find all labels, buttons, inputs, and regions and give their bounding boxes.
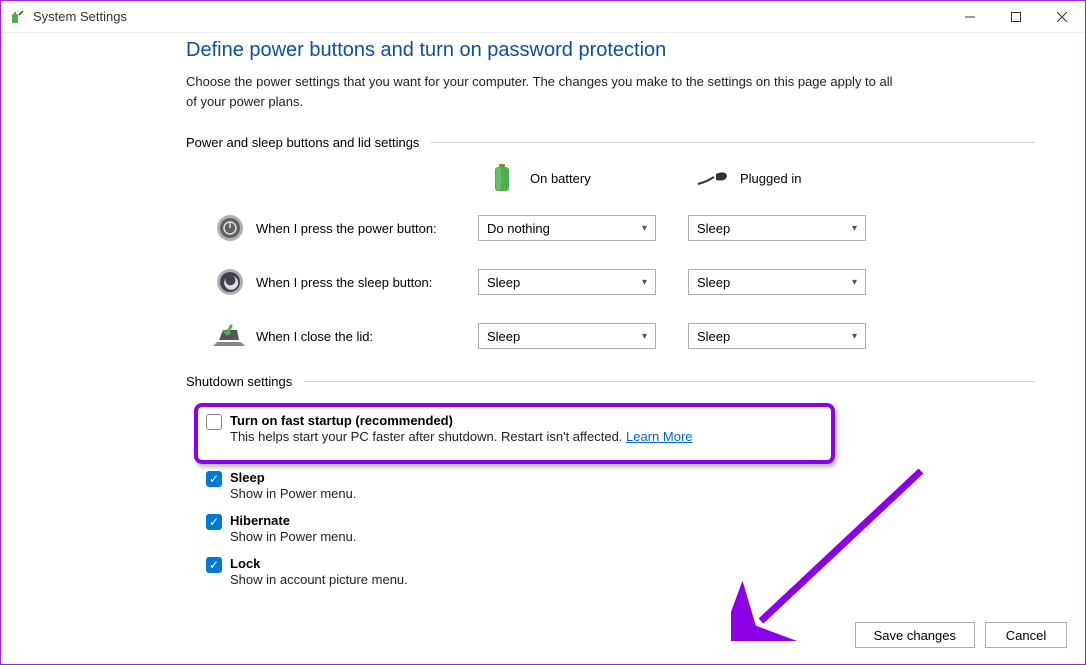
- minimize-button[interactable]: [947, 1, 993, 33]
- select-value: Do nothing: [487, 221, 550, 236]
- page-description: Choose the power settings that you want …: [186, 72, 896, 111]
- battery-icon: [486, 164, 518, 192]
- power-button-battery-select[interactable]: Do nothing ▾: [478, 215, 656, 241]
- power-button-plugged-select[interactable]: Sleep ▾: [688, 215, 866, 241]
- section-label: Shutdown settings: [186, 374, 292, 389]
- chevron-down-icon: ▾: [852, 223, 857, 234]
- on-battery-column-header: On battery: [486, 164, 676, 192]
- window-title: System Settings: [33, 9, 127, 24]
- lid-plugged-select[interactable]: Sleep ▾: [688, 323, 866, 349]
- lock-option-description: Show in account picture menu.: [230, 572, 1035, 587]
- content-area: Define power buttons and turn on passwor…: [1, 33, 1085, 665]
- lid-battery-select[interactable]: Sleep ▾: [478, 323, 656, 349]
- power-button-label: When I press the power button:: [256, 221, 478, 236]
- chevron-down-icon: ▾: [642, 223, 647, 234]
- fast-startup-option[interactable]: Turn on fast startup (recommended) This …: [206, 413, 821, 452]
- sleep-option-description: Show in Power menu.: [230, 486, 1035, 501]
- column-headers-row: On battery Plugged in: [186, 164, 1035, 192]
- checkbox-unchecked[interactable]: [206, 414, 222, 430]
- sleep-button-battery-select[interactable]: Sleep ▾: [478, 269, 656, 295]
- chevron-down-icon: ▾: [852, 331, 857, 342]
- on-battery-label: On battery: [530, 171, 591, 186]
- select-value: Sleep: [487, 329, 520, 344]
- sleep-option[interactable]: ✓ Sleep Show in Power menu.: [206, 470, 1035, 509]
- dialog-buttons: Save changes Cancel: [855, 622, 1067, 648]
- hibernate-option-description: Show in Power menu.: [230, 529, 1035, 544]
- power-buttons-section-header: Power and sleep buttons and lid settings: [186, 135, 1035, 150]
- close-button[interactable]: [1039, 1, 1085, 33]
- sleep-option-label: Sleep: [230, 470, 1035, 485]
- chevron-down-icon: ▾: [642, 277, 647, 288]
- select-value: Sleep: [697, 221, 730, 236]
- fast-startup-highlight: Turn on fast startup (recommended) This …: [194, 403, 835, 464]
- power-options-icon: [9, 9, 25, 25]
- shutdown-settings-list: Turn on fast startup (recommended) This …: [186, 403, 1035, 595]
- hibernate-option-label: Hibernate: [230, 513, 1035, 528]
- sleep-button-icon: [212, 266, 248, 298]
- chevron-down-icon: ▾: [642, 331, 647, 342]
- lock-option[interactable]: ✓ Lock Show in account picture menu.: [206, 556, 1035, 595]
- plugged-in-column-header: Plugged in: [696, 164, 886, 192]
- save-changes-button[interactable]: Save changes: [855, 622, 975, 648]
- system-settings-window: System Settings Define power buttons and…: [0, 0, 1086, 665]
- checkbox-checked[interactable]: ✓: [206, 471, 222, 487]
- select-value: Sleep: [487, 275, 520, 290]
- plugged-in-label: Plugged in: [740, 171, 801, 186]
- titlebar: System Settings: [1, 1, 1085, 33]
- sleep-button-plugged-select[interactable]: Sleep ▾: [688, 269, 866, 295]
- laptop-lid-icon: [212, 320, 248, 352]
- hibernate-option[interactable]: ✓ Hibernate Show in Power menu.: [206, 513, 1035, 552]
- lid-close-row: When I close the lid: Sleep ▾ Sleep ▾: [186, 320, 1035, 352]
- maximize-button[interactable]: [993, 1, 1039, 33]
- fast-startup-description: This helps start your PC faster after sh…: [230, 429, 821, 444]
- sleep-button-row: When I press the sleep button: Sleep ▾ S…: [186, 266, 1035, 298]
- checkbox-checked[interactable]: ✓: [206, 514, 222, 530]
- plug-icon: [696, 164, 728, 192]
- select-value: Sleep: [697, 275, 730, 290]
- checkbox-checked[interactable]: ✓: [206, 557, 222, 573]
- sleep-button-label: When I press the sleep button:: [256, 275, 478, 290]
- divider: [431, 142, 1035, 143]
- page-heading: Define power buttons and turn on passwor…: [186, 39, 1035, 62]
- section-label: Power and sleep buttons and lid settings: [186, 135, 419, 150]
- fast-startup-label: Turn on fast startup (recommended): [230, 413, 821, 428]
- power-button-icon: [212, 212, 248, 244]
- chevron-down-icon: ▾: [852, 277, 857, 288]
- divider: [304, 381, 1035, 382]
- lock-option-label: Lock: [230, 556, 1035, 571]
- shutdown-settings-section-header: Shutdown settings: [186, 374, 1035, 389]
- select-value: Sleep: [697, 329, 730, 344]
- lid-close-label: When I close the lid:: [256, 329, 478, 344]
- learn-more-link[interactable]: Learn More: [626, 429, 692, 444]
- power-button-row: When I press the power button: Do nothin…: [186, 212, 1035, 244]
- cancel-button[interactable]: Cancel: [985, 622, 1067, 648]
